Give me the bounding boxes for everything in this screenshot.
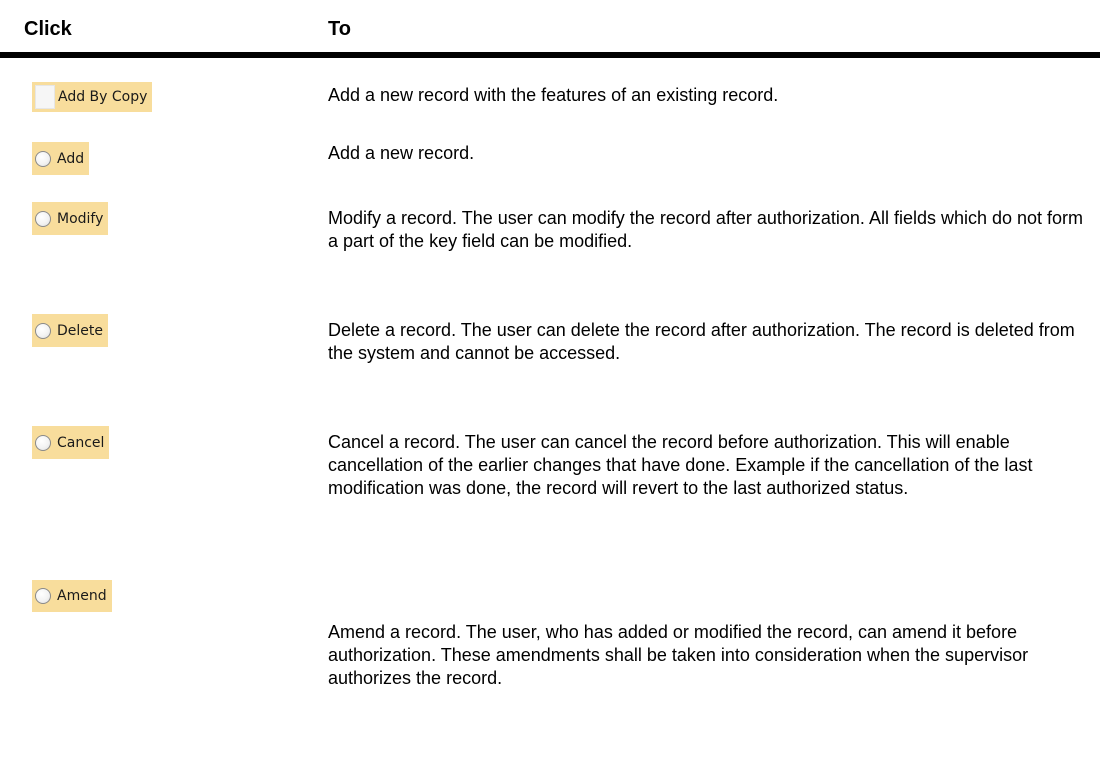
button-label: Cancel (57, 434, 105, 451)
header-divider (0, 52, 1100, 58)
radio-icon (35, 434, 51, 451)
header-click: Click (24, 18, 72, 40)
button-label: Amend (57, 588, 107, 604)
row-description: Add a new record. (328, 143, 475, 163)
delete-button[interactable]: Delete (32, 314, 108, 347)
add-button[interactable]: Add (32, 142, 90, 175)
row-description: Amend a record. The user, who has added … (328, 622, 1029, 688)
radio-icon (35, 210, 51, 227)
radio-icon (35, 322, 51, 339)
row-description: Add a new record with the features of an… (328, 85, 779, 105)
add-by-copy-button[interactable]: Add By Copy (32, 82, 153, 112)
table-header: Click To (0, 0, 1100, 50)
row-description: Delete a record. The user can delete the… (328, 320, 1075, 363)
button-label: Add By Copy (58, 89, 148, 105)
cancel-button[interactable]: Cancel (32, 426, 110, 459)
button-label: Delete (57, 322, 103, 339)
header-to: To (328, 18, 351, 40)
button-label: Add (57, 150, 85, 167)
row-description: Cancel a record. The user can cancel the… (328, 432, 1033, 498)
button-label: Modify (57, 210, 104, 227)
amend-button[interactable]: Amend (32, 580, 112, 612)
row-description: Modify a record. The user can modify the… (328, 208, 1084, 251)
modify-button[interactable]: Modify (32, 202, 109, 235)
radio-icon (35, 150, 51, 167)
checkbox-icon (35, 85, 55, 109)
radio-icon (35, 588, 51, 604)
